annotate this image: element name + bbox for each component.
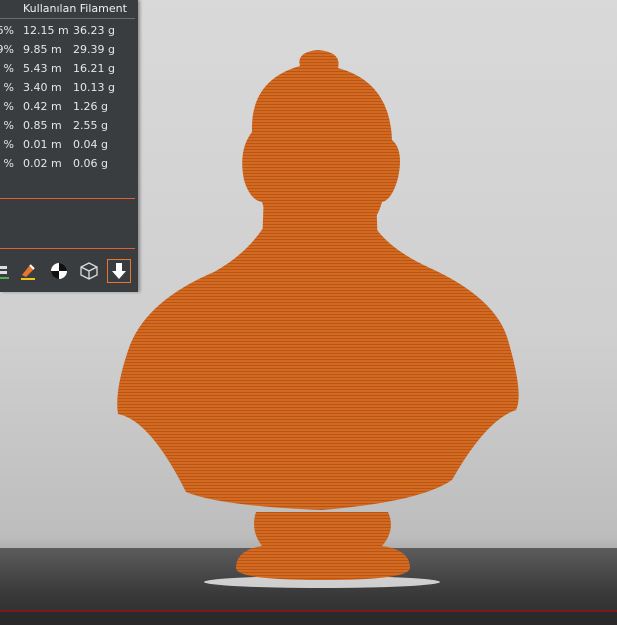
stats-row: % 3.40 m 10.13 g [3,81,115,94]
filament-stats-panel: Kullanılan Filament 6% 12.15 m 36.23 g 9… [0,0,138,292]
3d-viewport[interactable]: Kullanılan Filament 6% 12.15 m 36.23 g 9… [0,0,617,625]
stats-row: % 0.01 m 0.04 g [3,138,108,151]
view-toolbar [0,255,138,289]
stats-row: % 0.42 m 1.26 g [3,100,108,113]
layers-icon[interactable] [0,259,14,283]
filament-used-header: Kullanılan Filament [23,2,127,15]
wireframe-cube-icon[interactable] [77,259,101,283]
stats-row: 6% 12.15 m 36.23 g [0,24,115,37]
torso [117,220,519,510]
paint-brush-icon[interactable] [16,259,40,283]
pedestal [236,512,410,580]
stats-row: % 5.43 m 16.21 g [3,62,115,75]
stats-row: 9% 9.85 m 29.39 g [0,43,115,56]
stats-row: % 0.02 m 0.06 g [3,157,108,170]
stats-row: % 0.85 m 2.55 g [3,119,108,132]
section-divider [0,198,135,199]
download-arrow-icon[interactable] [107,259,131,283]
color-balance-icon[interactable] [47,259,71,283]
section-divider [0,248,135,249]
header-divider [0,18,135,19]
